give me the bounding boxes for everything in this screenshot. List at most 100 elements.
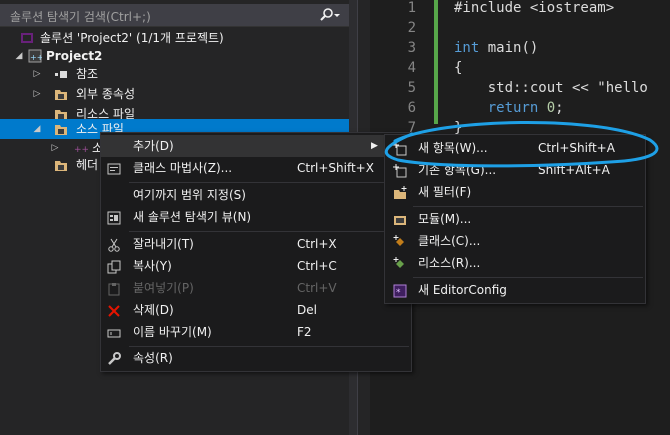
new-filter-folder-icon [393,185,407,199]
module-icon [393,212,407,226]
menu-item-paste[interactable]: 붙여넣기(P) Ctrl+V [101,277,411,299]
menu-item-label: 새 필터(F) [418,185,472,199]
menu-item-shortcut: Shift+Alt+A [538,163,610,177]
menu-item-class-wizard[interactable]: 클래스 마법사(Z)... Ctrl+Shift+X [101,157,411,179]
code-text: ; [555,100,564,116]
line-number: 1 [407,0,416,16]
menu-separator [129,231,409,232]
code-line-4: { [454,60,463,76]
menu-item-new-explorer-view[interactable]: 새 솔루션 탐색기 뷰(N) [101,206,411,228]
menu-item-label: 모듈(M)... [418,212,472,226]
code-line-5: std::cout << "hello [454,80,648,96]
menu-item-label: 기존 항목(G)... [418,163,497,177]
submenu-item-existing-item[interactable]: 기존 항목(G)... Shift+Alt+A [385,159,645,181]
editorconfig-icon: * [393,283,407,298]
search-placeholder: 솔루션 탐색기 검색(Ctrl+;) [10,10,151,24]
menu-item-add[interactable]: 추가(D) ▶ [101,135,411,157]
menu-item-rename[interactable]: 이름 바꾸기(M) F2 [101,321,411,343]
search-icon[interactable] [319,6,341,24]
code-text: main() [479,40,539,56]
submenu-item-new-filter[interactable]: 새 필터(F) [385,181,645,203]
menu-item-label: 새 EditorConfig [418,283,507,297]
code-keyword: return [454,100,539,116]
delete-x-icon [107,303,121,317]
menu-item-cut[interactable]: 잘라내기(T) Ctrl+X [101,233,411,255]
svg-text:*: * [396,288,401,298]
filter-folder-icon [54,122,68,136]
menu-item-shortcut: Ctrl+C [297,259,337,273]
menu-item-label: 복사(Y) [133,259,172,273]
cpp-file-icon: ++ [74,141,89,155]
menu-item-properties[interactable]: 속성(R) [101,347,411,369]
class-icon [393,234,407,248]
menu-separator [413,277,643,278]
menu-separator [413,206,643,207]
filter-folder-icon [54,158,68,172]
menu-item-shortcut: Ctrl+Shift+X [297,161,374,175]
tree-item-label: 솔루션 'Project2' (1/1개 프로젝트) [40,31,224,45]
menu-item-label: 잘라내기(T) [133,237,194,251]
menu-item-shortcut: Ctrl+V [297,281,337,295]
solution-icon [20,31,34,45]
code-line-6: return 0; [454,100,564,116]
line-number: 3 [407,40,416,56]
tree-item-label: Project2 [46,49,103,63]
line-number: 4 [407,60,416,76]
references-icon [54,67,68,81]
tree-item-references[interactable]: ▷ 참조 [0,64,349,84]
submenu-item-resource[interactable]: 리소스(R)... [385,252,645,274]
menu-item-label: 이름 바꾸기(M) [133,325,212,339]
tree-item-label: 외부 종속성 [76,87,136,101]
menu-item-scope-to-this[interactable]: 여기까지 범위 지정(S) [101,184,411,206]
svg-text:++: ++ [74,145,88,155]
menu-separator [129,182,409,183]
code-line-3: int main() [454,40,538,56]
submenu-item-module[interactable]: 모듈(M)... [385,208,645,230]
cpp-project-icon: ++ [28,49,43,63]
collapsed-arrow-icon[interactable]: ▷ [32,84,42,104]
copy-icon [107,259,121,274]
menu-item-label: 붙여넣기(P) [133,281,194,295]
menu-item-label: 클래스 마법사(Z)... [133,161,233,175]
collapsed-arrow-icon[interactable]: ▷ [32,64,42,84]
submenu-item-editorconfig[interactable]: * 새 EditorConfig [385,279,645,301]
submenu-item-new-item[interactable]: 새 항목(W)... Ctrl+Shift+A [385,137,645,159]
context-menu: 추가(D) ▶ 클래스 마법사(Z)... Ctrl+Shift+X 여기까지 … [100,132,412,372]
submenu-item-class[interactable]: 클래스(C)... [385,230,645,252]
tree-item-label: 참조 [76,67,99,81]
submenu-arrow-icon: ▶ [371,141,378,151]
scissors-icon [107,237,121,252]
menu-item-shortcut: F2 [297,325,312,339]
menu-item-label: 추가(D) [133,139,174,153]
expanded-arrow-icon[interactable]: ◢ [14,46,24,66]
code-line-1: #include <iostream> [454,0,615,16]
tree-item-label: 헤더 [76,158,99,172]
menu-item-delete[interactable]: 삭제(D) Del [101,299,411,321]
code-number: 0 [538,100,556,116]
menu-item-label: 속성(R) [133,351,173,365]
line-number: 2 [407,20,416,36]
menu-item-label: 여기까지 범위 지정(S) [133,188,246,202]
tree-item-solution[interactable]: 솔루션 'Project2' (1/1개 프로젝트) [0,28,349,48]
paste-icon [107,281,121,296]
tree-item-project[interactable]: ◢ ++ Project2 [0,46,349,66]
code-keyword: int [454,40,480,56]
new-item-icon [393,141,407,156]
menu-item-label: 새 항목(W)... [418,141,488,155]
class-wizard-icon [107,161,121,175]
menu-item-shortcut: Ctrl+X [297,237,337,251]
solution-explorer-search[interactable]: 솔루션 탐색기 검색(Ctrl+;) [0,4,349,27]
menu-item-label: 삭제(D) [133,303,174,317]
menu-item-copy[interactable]: 복사(Y) Ctrl+C [101,255,411,277]
add-submenu: 새 항목(W)... Ctrl+Shift+A 기존 항목(G)... Shif… [384,134,646,304]
change-indicator-bar [434,0,438,124]
tree-item-external-deps[interactable]: ▷ 외부 종속성 [0,84,349,104]
new-view-icon [107,210,121,225]
resource-icon [393,256,407,270]
expanded-arrow-icon[interactable]: ◢ [32,119,42,139]
line-number: 5 [407,80,416,96]
line-number: 6 [407,100,416,116]
folder-icon [54,87,68,101]
existing-item-icon [393,163,407,178]
svg-text:++: ++ [30,53,42,62]
